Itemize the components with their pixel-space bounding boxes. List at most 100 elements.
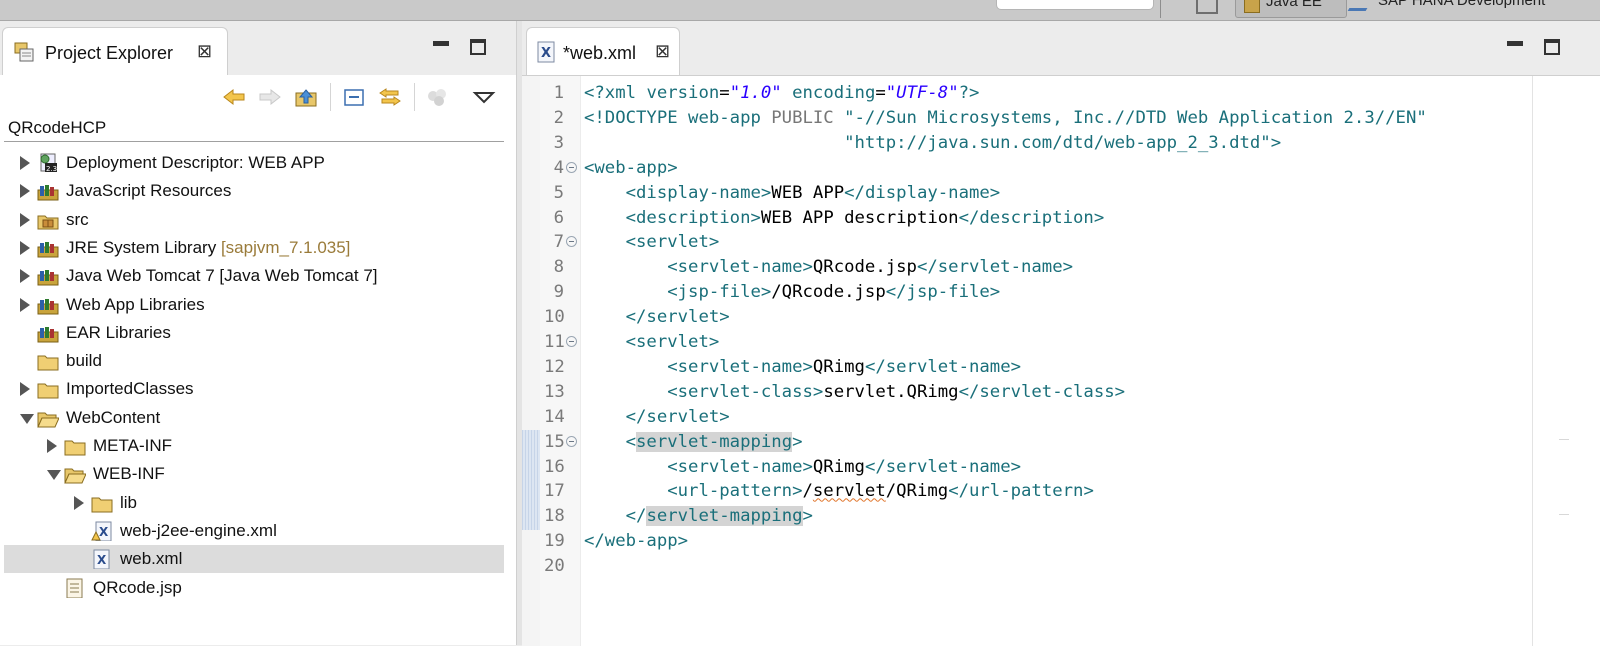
line-number: 1	[553, 83, 564, 103]
tree-item[interactable]: 2.3 Deployment Descriptor: WEB APP	[4, 149, 504, 177]
code-line[interactable]: 15 <servlet-mapping>	[522, 430, 1522, 455]
code-text: <servlet-class>servlet.QRimg</servlet-cl…	[667, 381, 1126, 402]
fold-toggle-icon[interactable]	[566, 236, 577, 248]
tree-item[interactable]: JRE System Library [sapjvm_7.1.035]	[4, 234, 504, 262]
tree-item-label: src	[66, 209, 89, 229]
tree-item-label: Deployment Descriptor: WEB APP	[66, 153, 325, 172]
tree-item[interactable]: JavaScript Resources	[4, 177, 504, 205]
tree-item-label: lib	[120, 492, 138, 512]
tree-item[interactable]: build	[4, 347, 504, 375]
code-text: <display-name>WEB APP</display-name>	[625, 182, 1001, 203]
java-ee-perspective-icon	[1244, 0, 1260, 13]
perspective-java-ee-button[interactable]: Java EE	[1235, 0, 1347, 18]
code-line[interactable]: 3 "http://java.sun.com/dtd/web-app_2_3.d…	[522, 131, 1522, 156]
focus-active-task-icon[interactable]	[426, 87, 450, 107]
line-number: 6	[553, 207, 564, 228]
editor-text-area[interactable]: 1 <?xml version="1.0" encoding="UTF-8"?> 2…	[522, 75, 1600, 646]
tree-item[interactable]: Xweb-j2ee-engine.xml	[4, 517, 504, 545]
line-number: 12	[544, 356, 565, 377]
close-icon[interactable]: ⊠	[655, 41, 670, 62]
line-number: 15	[544, 431, 565, 452]
quick-access-search[interactable]	[996, 0, 1154, 10]
link-with-editor-icon[interactable]	[378, 87, 402, 107]
back-arrow-icon[interactable]	[222, 87, 246, 107]
fold-toggle-icon[interactable]	[566, 435, 577, 447]
tree-item[interactable]: WEB-INF	[4, 460, 504, 488]
collapsed-arrow-icon[interactable]	[20, 382, 30, 397]
line-number: 10	[544, 307, 565, 328]
code-line[interactable]: 12 <servlet-name>QRimg</servlet-name>	[522, 355, 1522, 380]
tree-item[interactable]: Xweb.xml	[4, 545, 504, 574]
tab-web-xml[interactable]: X *web.xml ⊠	[526, 27, 680, 76]
folder-icon	[91, 497, 113, 513]
code-line[interactable]: 8 <servlet-name>QRcode.jsp</servlet-name…	[522, 255, 1522, 280]
code-line[interactable]: 18 </servlet-mapping>	[522, 504, 1522, 529]
collapsed-arrow-icon[interactable]	[20, 184, 30, 199]
up-folder-icon[interactable]	[294, 87, 318, 107]
collapsed-arrow-icon[interactable]	[74, 495, 84, 510]
code-line[interactable]: 4 <web-app>	[522, 156, 1522, 181]
collapsed-arrow-icon[interactable]	[47, 439, 57, 453]
code-line[interactable]: 7 <servlet>	[522, 230, 1522, 255]
view-menu-icon[interactable]	[472, 87, 496, 107]
tree-item[interactable]: ImportedClasses	[4, 375, 504, 403]
tree-item[interactable]: QRcode.jsp	[4, 574, 504, 602]
open-perspective-icon[interactable]	[1196, 0, 1218, 14]
fold-toggle-icon[interactable]	[566, 161, 577, 173]
tree-item[interactable]: META-INF	[4, 432, 504, 460]
expanded-arrow-icon[interactable]	[20, 413, 34, 424]
tree-item[interactable]: EAR Libraries	[4, 319, 504, 347]
divider	[4, 141, 504, 142]
tree-item[interactable]: Java Web Tomcat 7 [Java Web Tomcat 7]	[4, 262, 504, 290]
tree-item-decoration: [sapjvm_7.1.035]	[220, 237, 351, 257]
tree-item[interactable]: lib	[4, 489, 504, 517]
code-line[interactable]: 20	[522, 554, 1522, 579]
library-icon	[37, 270, 59, 286]
perspective-sap-hana-button[interactable]: SAP HANA Development	[1347, 0, 1545, 13]
code-text: <servlet-name>QRimg</servlet-name>	[667, 356, 1022, 377]
collapsed-arrow-icon[interactable]	[20, 269, 30, 284]
maximize-button[interactable]	[470, 39, 486, 55]
minimize-button[interactable]	[433, 41, 449, 46]
code-line[interactable]: 16 <servlet-name>QRimg</servlet-name>	[522, 455, 1522, 480]
line-number: 18	[544, 506, 565, 527]
close-icon[interactable]: ⊠	[197, 41, 212, 62]
tree-item[interactable]: src	[4, 206, 504, 234]
line-number: 19	[544, 531, 565, 552]
code-line[interactable]: 10 </servlet>	[522, 305, 1522, 330]
xml-file-icon: X	[93, 549, 110, 570]
code-line[interactable]: 6 <description>WEB APP description</desc…	[522, 206, 1522, 231]
code-text: </servlet-mapping>	[625, 506, 813, 527]
code-text: <web-app>	[584, 157, 678, 178]
code-line[interactable]: 17 <url-pattern>/servlet/QRimg</url-patt…	[522, 479, 1522, 504]
tab-title: Project Explorer	[45, 43, 174, 63]
collapsed-arrow-icon[interactable]	[20, 297, 30, 312]
expanded-arrow-icon[interactable]	[47, 470, 61, 481]
collapsed-arrow-icon[interactable]	[20, 156, 30, 170]
overview-marker[interactable]	[1559, 439, 1569, 440]
toolbar-separator	[1160, 0, 1161, 18]
code-text: <servlet>	[625, 232, 720, 253]
code-line[interactable]: 13 <servlet-class>servlet.QRimg</servlet…	[522, 380, 1522, 405]
code-line[interactable]: 19 </web-app>	[522, 529, 1522, 554]
collapsed-arrow-icon[interactable]	[20, 212, 30, 227]
maximize-button[interactable]	[1544, 39, 1560, 55]
tab-project-explorer[interactable]: Project Explorer ⊠	[2, 27, 228, 76]
code-line[interactable]: 9 <jsp-file>/QRcode.jsp</jsp-file>	[522, 280, 1522, 305]
code-line[interactable]: 5 <display-name>WEB APP</display-name>	[522, 181, 1522, 206]
minimize-button[interactable]	[1507, 41, 1523, 46]
tree-item[interactable]: WebContent	[4, 404, 504, 432]
code-line[interactable]: 1 <?xml version="1.0" encoding="UTF-8"?>	[522, 81, 1522, 106]
collapsed-arrow-icon[interactable]	[20, 240, 30, 255]
collapse-all-icon[interactable]	[342, 87, 366, 107]
code-line[interactable]: 2 <!DOCTYPE web-app PUBLIC "-//Sun Micros…	[522, 106, 1522, 131]
line-number: 14	[544, 406, 565, 427]
tree-item[interactable]: Web App Libraries	[4, 291, 504, 319]
overview-marker[interactable]	[1559, 514, 1569, 515]
tree-item-label: build	[66, 351, 102, 371]
forward-arrow-icon[interactable]	[258, 87, 282, 107]
fold-toggle-icon[interactable]	[566, 336, 577, 347]
code-line[interactable]: 14 </servlet>	[522, 405, 1522, 430]
code-line[interactable]: 11 <servlet>	[522, 330, 1522, 355]
tree-item-label: web.xml	[120, 549, 183, 569]
